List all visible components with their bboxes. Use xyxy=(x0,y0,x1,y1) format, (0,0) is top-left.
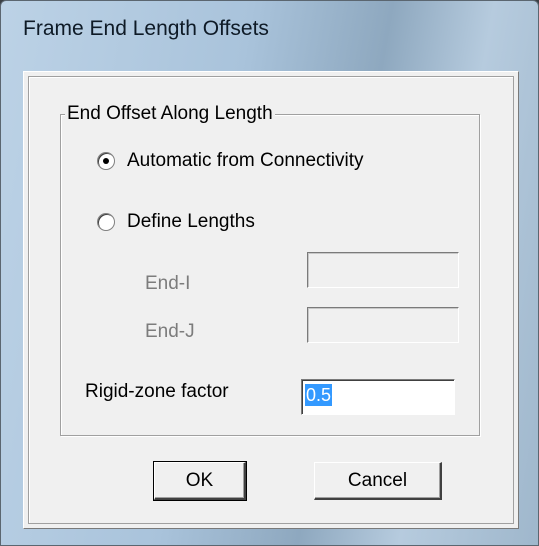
rigid-zone-factor-label: Rigid-zone factor xyxy=(85,381,229,402)
cancel-button[interactable]: Cancel xyxy=(314,462,442,500)
end-i-label: End-I xyxy=(145,273,191,294)
ok-button[interactable]: OK xyxy=(153,461,247,501)
radio-automatic-from-connectivity[interactable]: Automatic from Connectivity xyxy=(97,150,364,172)
radio-button-checked-icon[interactable] xyxy=(97,152,115,170)
window-title: Frame End Length Offsets xyxy=(23,17,269,40)
radio-define-lengths[interactable]: Define Lengths xyxy=(97,211,255,233)
end-j-input[interactable] xyxy=(307,307,459,343)
dialog-window: Frame End Length Offsets End Offset Alon… xyxy=(0,0,539,546)
radio-label-define-lengths: Define Lengths xyxy=(127,211,255,232)
end-i-input[interactable] xyxy=(307,252,459,288)
rigid-zone-factor-input[interactable]: 0.5 xyxy=(301,379,455,415)
title-bar[interactable]: Frame End Length Offsets xyxy=(1,1,538,55)
end-offset-groupbox: End Offset Along Length Automatic from C… xyxy=(60,103,480,436)
radio-label-automatic: Automatic from Connectivity xyxy=(127,150,364,171)
dialog-client-area: End Offset Along Length Automatic from C… xyxy=(23,71,519,529)
end-j-label: End-J xyxy=(145,321,195,342)
rigid-zone-factor-value: 0.5 xyxy=(305,384,333,406)
radio-button-unchecked-icon[interactable] xyxy=(97,213,115,231)
groupbox-legend: End Offset Along Length xyxy=(65,103,275,125)
